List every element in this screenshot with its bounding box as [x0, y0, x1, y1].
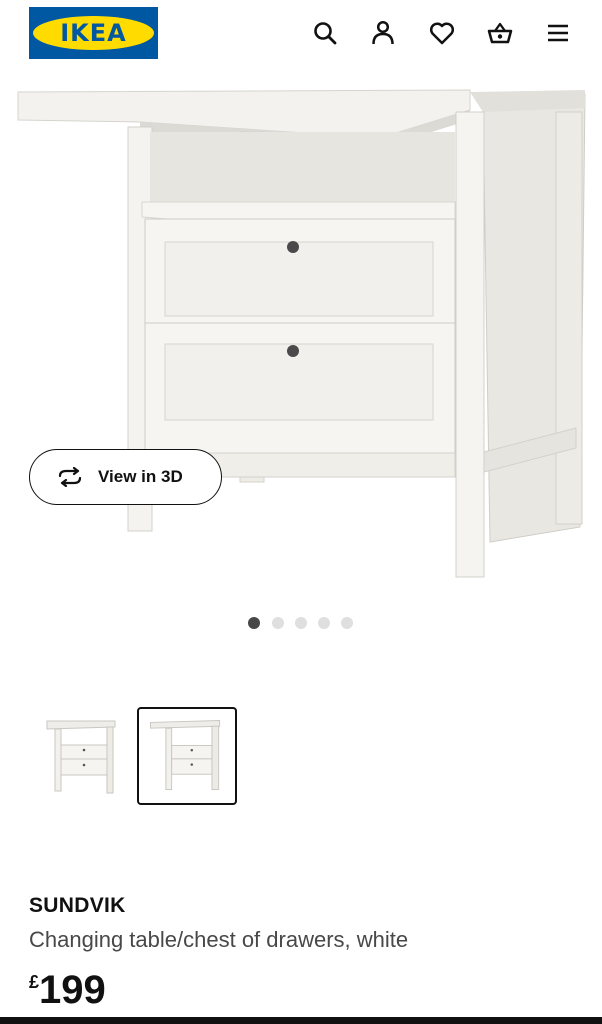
carousel-dot[interactable]: [272, 617, 284, 629]
search-icon[interactable]: [308, 16, 342, 50]
view-in-3d-label: View in 3D: [98, 467, 183, 486]
price-amount: 199: [39, 968, 106, 1012]
carousel-dot[interactable]: [341, 617, 353, 629]
heart-icon[interactable]: [425, 16, 459, 50]
view-in-3d-button[interactable]: View in 3D: [29, 449, 222, 505]
thumbnail-2-selected[interactable]: [137, 707, 237, 805]
account-icon[interactable]: [366, 16, 400, 50]
logo-oval: IKEA: [33, 16, 154, 50]
thumbnail-image: [150, 720, 221, 791]
ikea-logo[interactable]: IKEA: [29, 7, 158, 59]
product-name: SUNDVIK: [29, 894, 126, 917]
product-description: Changing table/chest of drawers, white: [29, 927, 409, 952]
changing-table-illustration: [17, 89, 586, 578]
product-main-image[interactable]: View in 3D: [0, 72, 602, 602]
logo-text: IKEA: [60, 19, 127, 47]
header: IKEA: [0, 0, 602, 72]
basket-icon[interactable]: [483, 16, 517, 50]
bottom-bar: [0, 1017, 602, 1024]
carousel-dot[interactable]: [295, 617, 307, 629]
price-currency: £: [29, 972, 40, 992]
carousel-dot[interactable]: [248, 617, 260, 629]
thumbnail-1[interactable]: [29, 707, 129, 805]
carousel-dot[interactable]: [318, 617, 330, 629]
carousel-pagination: [0, 617, 602, 629]
thumbnail-image: [46, 720, 116, 794]
product-price: £ 199: [29, 966, 106, 1014]
menu-icon[interactable]: [541, 16, 575, 50]
rotate-3d-icon: [58, 467, 82, 487]
